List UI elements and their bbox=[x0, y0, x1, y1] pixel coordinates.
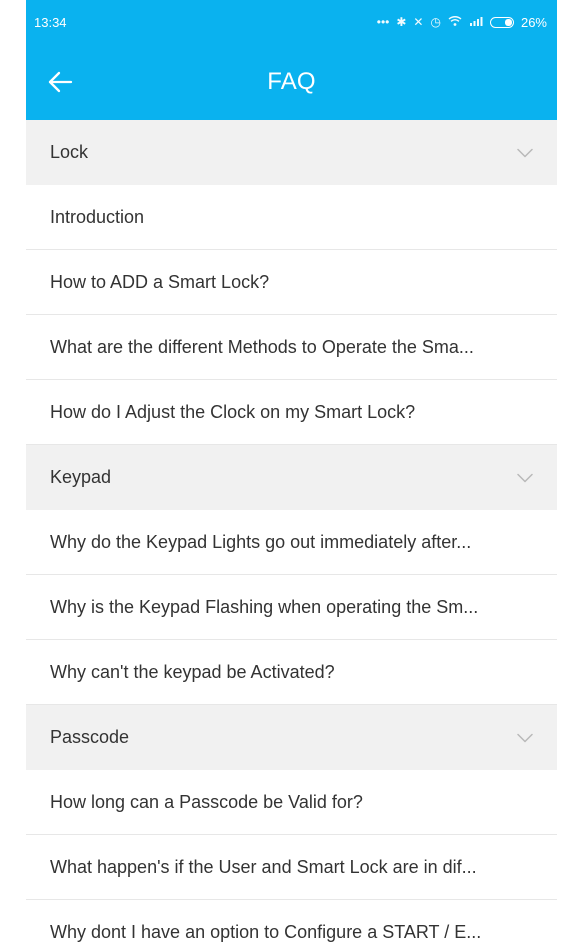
faq-question[interactable]: How to ADD a Smart Lock? bbox=[26, 250, 557, 315]
faq-question-text: Why can't the keypad be Activated? bbox=[50, 662, 335, 682]
faq-question-text: Why dont I have an option to Configure a… bbox=[50, 922, 482, 942]
app-header: FAQ bbox=[26, 44, 557, 120]
battery-icon bbox=[489, 16, 514, 28]
faq-question-text: Why do the Keypad Lights go out immediat… bbox=[50, 532, 472, 552]
faq-question-text: How to ADD a Smart Lock? bbox=[50, 272, 270, 292]
bluetooth-icon: ✱ bbox=[396, 15, 407, 29]
wifi-icon bbox=[448, 15, 462, 29]
alarm-icon: ◷ bbox=[430, 15, 441, 29]
faq-question[interactable]: What are the different Methods to Operat… bbox=[26, 315, 557, 380]
faq-question-text: How long can a Passcode be Valid for? bbox=[50, 792, 363, 812]
faq-question[interactable]: What happen's if the User and Smart Lock… bbox=[26, 835, 557, 900]
faq-question-text: What happen's if the User and Smart Lock… bbox=[50, 857, 477, 877]
faq-category-lock[interactable]: Lock bbox=[26, 120, 557, 185]
faq-question-text: How do I Adjust the Clock on my Smart Lo… bbox=[50, 402, 416, 422]
faq-question-text: What are the different Methods to Operat… bbox=[50, 337, 474, 357]
faq-question[interactable]: How do I Adjust the Clock on my Smart Lo… bbox=[26, 380, 557, 445]
faq-question[interactable]: Why is the Keypad Flashing when operatin… bbox=[26, 575, 557, 640]
faq-category-label: Passcode bbox=[50, 727, 130, 747]
faq-question[interactable]: How long can a Passcode be Valid for? bbox=[26, 770, 557, 835]
arrow-left-icon bbox=[48, 71, 73, 93]
mute-icon: ✕ bbox=[413, 15, 424, 29]
app-screen: 13:34 ••• ✱ ✕ ◷ 26% FAQ Lock Introductio… bbox=[26, 0, 557, 951]
faq-question-text: Introduction bbox=[50, 207, 145, 227]
faq-question[interactable]: Why dont I have an option to Configure a… bbox=[26, 900, 557, 951]
more-dots-icon: ••• bbox=[376, 15, 390, 29]
battery-percent: 26% bbox=[520, 14, 547, 30]
faq-category-label: Lock bbox=[50, 142, 89, 162]
page-title: FAQ bbox=[267, 68, 316, 95]
faq-question[interactable]: Why can't the keypad be Activated? bbox=[26, 640, 557, 705]
faq-question-text: Why is the Keypad Flashing when operatin… bbox=[50, 597, 479, 617]
faq-question[interactable]: Introduction bbox=[26, 185, 557, 250]
faq-category-passcode[interactable]: Passcode bbox=[26, 705, 557, 770]
chevron-down-icon bbox=[517, 730, 533, 746]
status-icons: ••• ✱ ✕ ◷ 26% bbox=[377, 15, 547, 30]
faq-question[interactable]: Why do the Keypad Lights go out immediat… bbox=[26, 510, 557, 575]
signal-icon bbox=[469, 15, 483, 29]
status-bar: 13:34 ••• ✱ ✕ ◷ 26% bbox=[26, 0, 557, 44]
back-button[interactable] bbox=[40, 62, 80, 102]
faq-list: Lock Introduction How to ADD a Smart Loc… bbox=[26, 120, 557, 951]
status-time: 13:34 bbox=[34, 14, 67, 30]
faq-category-label: Keypad bbox=[50, 467, 112, 487]
chevron-down-icon bbox=[517, 145, 533, 161]
chevron-down-icon bbox=[517, 470, 533, 486]
faq-category-keypad[interactable]: Keypad bbox=[26, 445, 557, 510]
